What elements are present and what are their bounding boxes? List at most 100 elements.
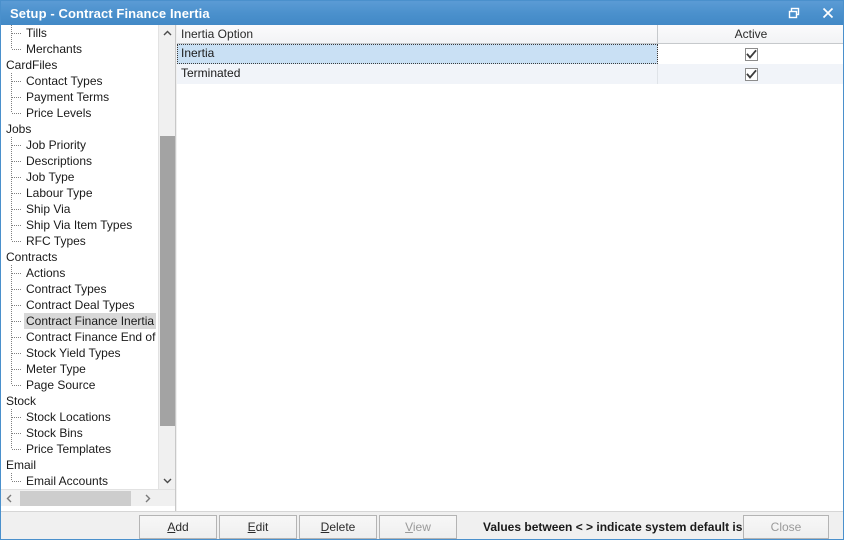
active-checkbox[interactable] — [744, 67, 758, 81]
tree-item-label: Email Accounts — [26, 474, 109, 488]
inertia-options-grid: Inertia Option Active Inertia Terminated — [177, 25, 843, 511]
tree-item-actions[interactable]: Actions — [1, 265, 158, 281]
tree-item-label: Page Source — [26, 378, 96, 392]
tree-item-contract-types[interactable]: Contract Types — [1, 281, 158, 297]
tree-item-email[interactable]: Email — [1, 457, 158, 473]
tree-item-rfc-types[interactable]: RFC Types — [1, 233, 158, 249]
close-dialog-label: Close — [770, 520, 802, 534]
tree-item-label: Job Priority — [26, 138, 87, 152]
close-icon — [822, 7, 834, 19]
tree-item-meter-type[interactable]: Meter Type — [1, 361, 158, 377]
setup-window: Setup - Contract Finance Inertia Tills M… — [0, 0, 844, 540]
table-row[interactable]: Terminated — [177, 64, 843, 84]
tree-item-label: Email — [6, 458, 37, 472]
scroll-down-button[interactable] — [159, 472, 175, 489]
tree-item-job-priority[interactable]: Job Priority — [1, 137, 158, 153]
tree-vertical-scrollbar[interactable] — [158, 25, 175, 489]
tree-item-contract-finance-inertia[interactable]: Contract Finance Inertia — [1, 313, 158, 329]
setup-tree[interactable]: Tills Merchants CardFiles Contact Types Paym… — [1, 25, 158, 489]
scroll-left-button[interactable] — [1, 490, 18, 507]
tree-hscroll-thumb[interactable] — [20, 491, 131, 506]
tree-item-label: Stock Bins — [26, 426, 83, 440]
tree-item-contract-finance-end-of-te[interactable]: Contract Finance End of Te — [1, 329, 158, 345]
active-checkbox[interactable] — [744, 47, 758, 61]
close-button[interactable] — [811, 1, 843, 25]
tree-item-ship-via[interactable]: Ship Via — [1, 201, 158, 217]
tree-item-page-source[interactable]: Page Source — [1, 377, 158, 393]
tree-item-labour-type[interactable]: Labour Type — [1, 185, 158, 201]
window-title: Setup - Contract Finance Inertia — [10, 5, 210, 21]
tree-item-label: Descriptions — [26, 154, 93, 168]
window-controls — [777, 1, 843, 25]
tree-item-email-accounts[interactable]: Email Accounts — [1, 473, 158, 489]
restore-button[interactable] — [777, 1, 811, 25]
chevron-right-icon — [143, 494, 152, 503]
column-header-inertia-option[interactable]: Inertia Option — [177, 25, 658, 43]
cell-active[interactable] — [658, 44, 843, 64]
scroll-right-button[interactable] — [139, 490, 156, 507]
chevron-left-icon — [5, 494, 14, 503]
chevron-down-icon — [163, 476, 172, 485]
tree-item-price-templates[interactable]: Price Templates — [1, 441, 158, 457]
add-button[interactable]: Add — [139, 515, 217, 539]
cell-inertia-option[interactable]: Inertia — [177, 44, 658, 64]
tree-item-label: Ship Via Item Types — [26, 218, 133, 232]
status-message: Values between < > indicate system defau… — [483, 520, 743, 534]
tree-item-price-levels[interactable]: Price Levels — [1, 105, 158, 121]
scroll-up-button[interactable] — [159, 25, 175, 42]
delete-button[interactable]: Delete — [299, 515, 377, 539]
tree-item-payment-terms[interactable]: Payment Terms — [1, 89, 158, 105]
tree-item-jobs[interactable]: Jobs — [1, 121, 158, 137]
grid-empty-area — [177, 84, 843, 486]
tree-item-label: Meter Type — [26, 362, 86, 376]
tree-item-tills[interactable]: Tills — [1, 25, 158, 41]
tree-item-ship-via-item-types[interactable]: Ship Via Item Types — [1, 217, 158, 233]
setup-tree-panel: Tills Merchants CardFiles Contact Types Paym… — [1, 25, 176, 511]
table-row[interactable]: Inertia — [177, 44, 843, 64]
tree-item-stock-locations[interactable]: Stock Locations — [1, 409, 158, 425]
tree-item-label: Contracts — [6, 250, 58, 264]
tree-scroll-thumb[interactable] — [160, 136, 175, 426]
view-button[interactable]: View — [379, 515, 457, 539]
close-dialog-button[interactable]: Close — [743, 515, 829, 539]
checkmark-icon — [745, 49, 757, 60]
tree-item-cardfiles[interactable]: CardFiles — [1, 57, 158, 73]
tree-item-stock-bins[interactable]: Stock Bins — [1, 425, 158, 441]
tree-item-job-type[interactable]: Job Type — [1, 169, 158, 185]
tree-item-label: Contract Finance Inertia — [24, 313, 157, 329]
tree-item-label: Ship Via — [26, 202, 71, 216]
column-header-active[interactable]: Active — [658, 25, 843, 43]
tree-item-stock[interactable]: Stock — [1, 393, 158, 409]
tree-item-contract-deal-types[interactable]: Contract Deal Types — [1, 297, 158, 313]
tree-item-label: CardFiles — [6, 58, 58, 72]
tree-item-label: Actions — [26, 266, 66, 280]
tree-item-label: Labour Type — [26, 186, 93, 200]
tree-item-label: Price Levels — [26, 106, 92, 120]
tree-item-label: Payment Terms — [26, 90, 110, 104]
edit-button[interactable]: Edit — [219, 515, 297, 539]
tree-item-contact-types[interactable]: Contact Types — [1, 73, 158, 89]
tree-item-label: Contact Types — [26, 74, 103, 88]
tree-horizontal-scrollbar[interactable] — [1, 489, 175, 506]
tree-item-label: Tills — [26, 26, 47, 40]
grid-body: Inertia Terminated — [177, 44, 843, 84]
window-content: Tills Merchants CardFiles Contact Types Paym… — [1, 25, 843, 511]
tree-item-descriptions[interactable]: Descriptions — [1, 153, 158, 169]
grid-header-row: Inertia Option Active — [177, 25, 843, 44]
cell-active[interactable] — [658, 64, 843, 84]
tree-item-label: Price Templates — [26, 442, 112, 456]
restore-icon — [788, 7, 800, 19]
edit-button-label: Edit — [247, 520, 269, 534]
chevron-up-icon — [163, 29, 172, 38]
tree-item-stock-yield-types[interactable]: Stock Yield Types — [1, 345, 158, 361]
tree-item-merchants[interactable]: Merchants — [1, 41, 158, 57]
delete-button-label: Delete — [320, 520, 356, 534]
tree-item-label: Jobs — [6, 122, 32, 136]
tree-item-contracts[interactable]: Contracts — [1, 249, 158, 265]
tree-item-label: Stock Yield Types — [26, 346, 121, 360]
tree-item-label: Stock — [6, 394, 37, 408]
title-bar: Setup - Contract Finance Inertia — [1, 1, 843, 25]
tree-item-label: Job Type — [26, 170, 75, 184]
cell-inertia-option[interactable]: Terminated — [177, 64, 658, 84]
checkmark-icon — [745, 69, 757, 80]
